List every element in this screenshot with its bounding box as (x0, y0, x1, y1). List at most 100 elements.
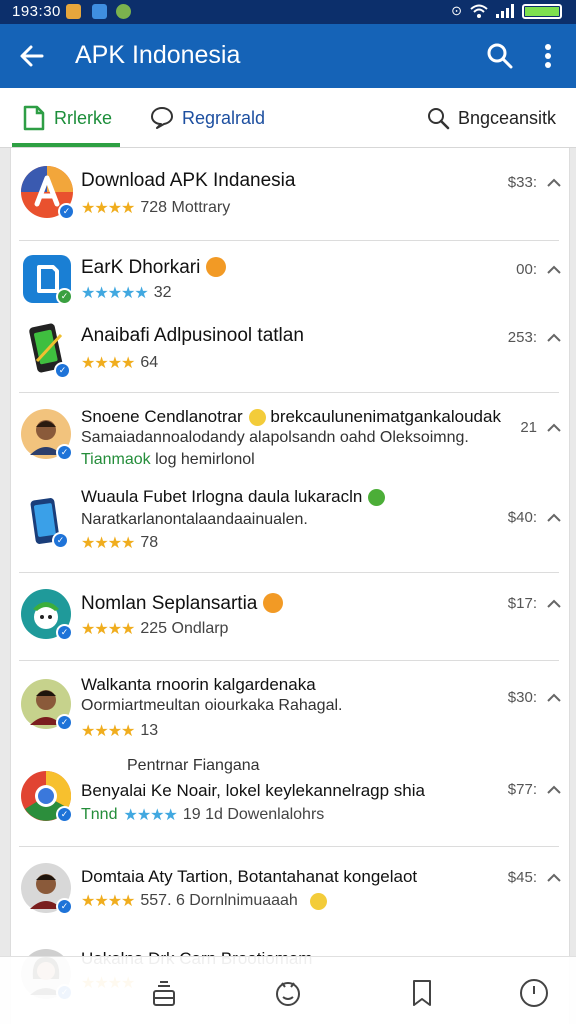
star-rating-icon: ★★★★ (123, 807, 177, 824)
page-title: APK Indonesia (75, 41, 241, 69)
library-icon (153, 981, 175, 1006)
item-price: $45: (507, 869, 537, 886)
nav-games-button[interactable] (272, 977, 304, 1009)
star-rating-icon: ★★★★ (81, 621, 135, 638)
nav-bookmarks-button[interactable] (406, 977, 438, 1009)
chevron-up-icon[interactable] (545, 329, 563, 347)
list-item[interactable]: ✓ Nomlan Seplansartia ★★★★ 225 Ondlarp $… (11, 573, 569, 659)
list-item[interactable]: ✓ Snoene Cendlanotrar brekcaulunenimatga… (11, 393, 569, 471)
verified-badge-icon: ✓ (56, 714, 73, 731)
status-bar: 193:30 ⊙ (0, 0, 576, 24)
rating-text: 64 (140, 354, 159, 371)
rating-text: 19 1d Dowenlalohrs (182, 806, 325, 823)
avatar: ✓ (21, 679, 73, 731)
item-title: EarK Dhorkari (81, 257, 227, 279)
status-indicators: ⊙ (451, 3, 562, 19)
tab-bngceansitk[interactable]: Bngceansitk (426, 88, 556, 148)
emoji-icon (368, 489, 386, 506)
rating-text: 32 (153, 284, 172, 301)
more-options-button[interactable] (536, 40, 560, 72)
app-list: ✓ Download APK Indanesia ★★★★ 728 Mottra… (10, 148, 570, 1024)
emoji-icon (309, 892, 327, 910)
bookmark-icon (413, 980, 431, 1006)
chevron-up-icon[interactable] (545, 509, 563, 527)
wifi-icon (470, 4, 488, 18)
signal-icon (496, 4, 514, 18)
list-item[interactable]: ✓ Wuaula Fubet Irlogna daula lukaracln N… (11, 471, 569, 571)
chat-bubble-icon (151, 107, 173, 129)
verified-badge-icon: ✓ (58, 203, 75, 220)
rating-text: 225 Ondlarp (140, 620, 229, 637)
item-title: Walkanta rnoorin kalgardenaka (81, 675, 316, 694)
verified-badge-icon: ✓ (56, 898, 73, 915)
app-icon: ✓ (27, 495, 69, 549)
search-icon (428, 108, 450, 130)
rating-text: 557. 6 Dornlnimuaaah (140, 892, 298, 909)
chevron-up-icon[interactable] (545, 595, 563, 613)
list-item[interactable]: ✓ Walkanta rnoorin kalgardenaka Oormiart… (11, 661, 569, 753)
item-title: Domtaia Aty Tartion, Botantahanat kongel… (81, 867, 418, 886)
list-item[interactable]: ✓ EarK Dhorkari ★★★★★ 32 00: (11, 241, 569, 311)
chevron-up-icon[interactable] (545, 781, 563, 799)
item-subtitle: Oormiartmeultan oiourkaka Rahagal. (81, 697, 343, 714)
more-vertical-icon (545, 44, 551, 68)
verified-badge-icon: ✓ (56, 806, 73, 823)
avatar: ✓ (21, 863, 73, 915)
nav-info-button[interactable] (518, 977, 550, 1009)
item-subtitle: Samaiadannoalodandy alapolsandn oahd Ole… (81, 429, 469, 446)
emoji-icon (206, 257, 227, 277)
star-rating-icon: ★★★★ (81, 535, 135, 552)
section-label: Pentrnar Fiangana (127, 757, 260, 774)
chevron-up-icon[interactable] (545, 174, 563, 192)
item-price: $30: (507, 689, 537, 706)
item-rating: Tnnd ★★★★ 19 1d Dowenlalohrs (81, 805, 324, 825)
chevron-up-icon[interactable] (545, 419, 563, 437)
app-icon: ✓ (21, 770, 73, 823)
tab-rrlerke[interactable]: Rrlerke (22, 88, 112, 148)
item-title: Snoene Cendlanotrar brekcaulunenimatgank… (81, 407, 501, 426)
status-time: 193:30 (12, 3, 61, 20)
item-rating: ★★★★★ 32 (81, 283, 172, 303)
list-item[interactable]: Pentrnar Fiangana ✓ Benyalai Ke Noair, l… (11, 753, 569, 845)
list-item[interactable]: ✓ Anaibafi Adlpusinool tatlan ★★★★ 64 25… (11, 311, 569, 391)
verified-badge-icon: ✓ (52, 532, 69, 549)
app-icon: ✓ (21, 589, 73, 641)
item-price: 00: (516, 261, 537, 278)
item-title: Wuaula Fubet Irlogna daula lukaracln (81, 487, 386, 507)
chevron-up-icon[interactable] (545, 689, 563, 707)
chevron-up-icon[interactable] (545, 869, 563, 887)
tab-label: Rrlerke (54, 107, 113, 128)
item-rating: ★★★★ 13 (81, 721, 158, 741)
app-icon: ✓ (25, 321, 71, 379)
item-title: Nomlan Seplansartia (81, 593, 284, 615)
item-price: 253: (507, 329, 537, 346)
notification-icon (66, 4, 81, 19)
app-notification-icon (92, 4, 107, 19)
list-item[interactable]: ✓ Domtaia Aty Tartion, Botantahanat kong… (11, 847, 569, 931)
list-item[interactable]: ✓ Download APK Indanesia ★★★★ 728 Mottra… (11, 148, 569, 240)
star-rating-icon: ★★★★ (81, 355, 135, 372)
rating-text: 728 Mottrary (140, 199, 231, 216)
verified-badge-icon: ✓ (56, 624, 73, 641)
item-title: Download APK Indanesia (81, 170, 296, 191)
tab-label: Bngceansitk (458, 107, 557, 128)
clock-icon (520, 979, 548, 1007)
avatar: ✓ (21, 409, 73, 461)
item-title: Benyalai Ke Noair, lokel keylekannelragp… (81, 781, 425, 800)
search-button[interactable] (484, 40, 516, 72)
nav-library-button[interactable] (148, 977, 180, 1009)
android-icon (116, 4, 131, 19)
star-rating-icon: ★★★★★ (81, 285, 149, 302)
emoji-icon (263, 593, 284, 613)
item-price: $40: (507, 509, 537, 526)
tab-regralrald[interactable]: Regralrald (150, 88, 265, 148)
chevron-up-icon[interactable] (545, 261, 563, 279)
rating-text: 13 (140, 722, 159, 739)
battery-icon (522, 3, 562, 19)
document-icon (23, 105, 45, 131)
back-button[interactable] (14, 38, 50, 74)
item-subtitle: Naratkarlanontalaandaainualen. (81, 511, 308, 528)
item-price: $77: (507, 781, 537, 798)
rating-text: 78 (140, 534, 159, 551)
item-rating: ★★★★ 64 (81, 353, 158, 373)
